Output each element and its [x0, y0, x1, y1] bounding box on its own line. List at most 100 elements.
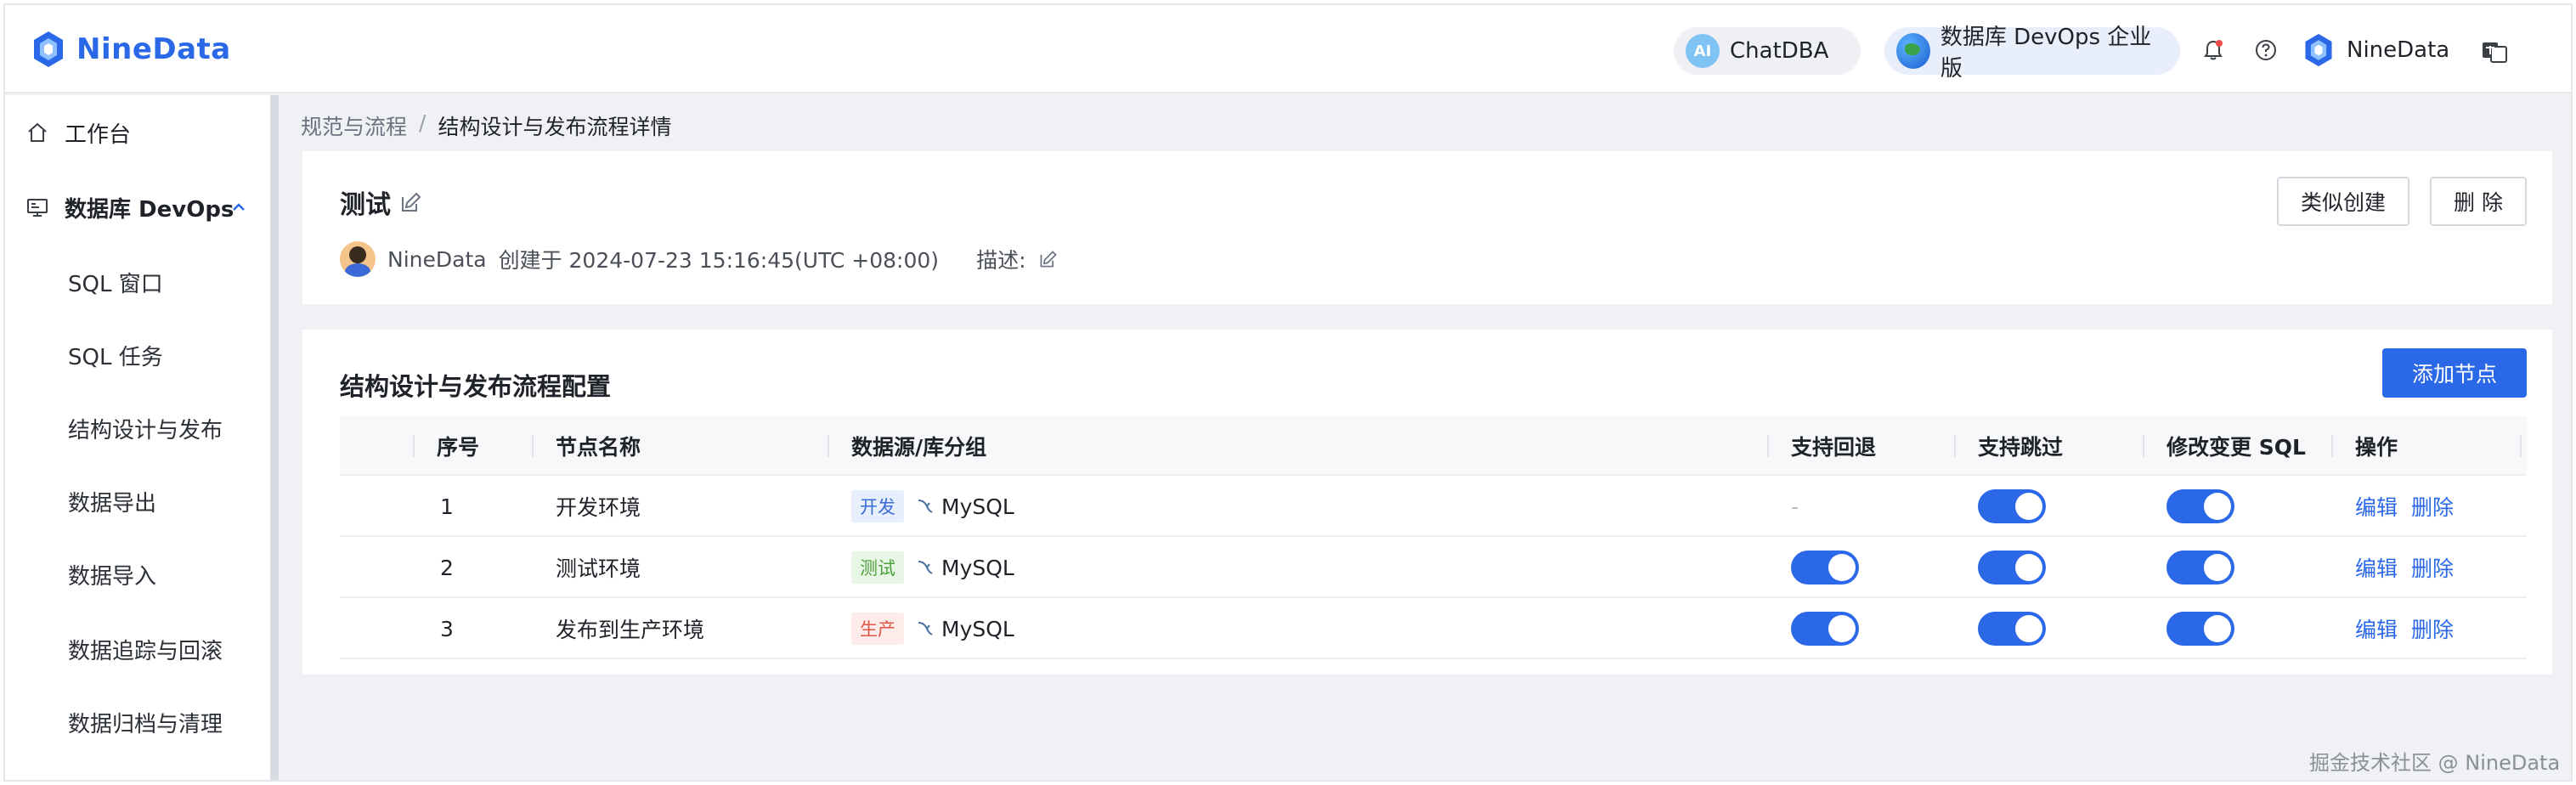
column-header-index: 序号 — [437, 435, 480, 460]
cell-actions: 编辑 删除 — [2355, 476, 2467, 537]
rollback-toggle[interactable] — [1791, 612, 1859, 646]
cell-modify-sql — [2166, 476, 2234, 537]
sidebar-item-label: 结构设计与发布 — [68, 417, 223, 443]
sidebar-item-data-tracking[interactable]: 数据追踪与回滚 — [5, 624, 270, 675]
cell-skip — [1978, 537, 2046, 598]
sidebar-scrollbar[interactable] — [270, 95, 279, 780]
delete-node-link[interactable]: 删除 — [2411, 491, 2454, 522]
column-divider — [1767, 435, 1769, 457]
sidebar-item-workbench[interactable]: 工作台 — [5, 107, 270, 158]
sidebar-item-label: 数据归档与清理 — [68, 711, 223, 737]
cell-index: 1 — [440, 494, 454, 519]
flow-detail-card: 测试 NineData 创建于 2024-07-23 15:16:45(UTC … — [302, 151, 2552, 304]
cell-rollback — [1791, 598, 1859, 659]
add-node-button[interactable]: 添加节点 — [2382, 348, 2527, 398]
env-tag: 测试 — [851, 551, 904, 584]
modify-sql-toggle[interactable] — [2166, 551, 2234, 585]
rollback-toggle[interactable] — [1791, 551, 1859, 585]
cell-skip — [1978, 476, 2046, 537]
sidebar-item-data-import[interactable]: 数据导入 — [5, 549, 270, 600]
breadcrumb-parent-link[interactable]: 规范与流程 — [301, 110, 407, 141]
mysql-icon — [918, 622, 933, 635]
cell-node-name: 开发环境 — [556, 495, 641, 520]
cell-actions: 编辑 删除 — [2355, 537, 2467, 598]
column-header-node-name: 节点名称 — [556, 435, 641, 460]
sidebar-item-label: 数据导入 — [68, 563, 157, 590]
edit-description-icon[interactable] — [1038, 249, 1059, 269]
user-name[interactable]: NineData — [2347, 37, 2449, 63]
delete-node-link[interactable]: 删除 — [2411, 552, 2454, 583]
sidebar-group-devops[interactable]: 数据库 DevOps — [5, 182, 270, 233]
datasource-name[interactable]: MySQL — [941, 494, 1014, 519]
column-header-actions: 操作 — [2355, 435, 2398, 460]
datasource-name[interactable]: MySQL — [941, 556, 1014, 580]
monitor-icon — [27, 199, 48, 217]
cell-rollback — [1791, 537, 1859, 598]
sidebar-item-sql-window[interactable]: SQL 窗口 — [5, 257, 270, 308]
flow-title: 测试 — [340, 190, 391, 220]
table-header: 序号 节点名称 数据源/库分组 支持回退 支持跳过 修改变更 SQL 操作 — [340, 416, 2527, 476]
column-header-modify-sql: 修改变更 SQL — [2166, 435, 2306, 460]
ninedata-logo-icon — [34, 31, 63, 67]
mysql-icon — [918, 500, 933, 513]
table-row: 2 测试环境 测试 MySQL 编辑 删除 — [340, 537, 2527, 598]
create-similar-button[interactable]: 类似创建 — [2277, 177, 2409, 226]
language-icon[interactable] — [2481, 39, 2508, 65]
cell-datasource: 开发 MySQL — [851, 476, 1014, 537]
chatdba-button[interactable]: AI ChatDBA — [1674, 27, 1861, 75]
skip-toggle[interactable] — [1978, 612, 2046, 646]
table-row: 1 开发环境 开发 MySQL - 编辑 删除 — [340, 476, 2527, 537]
creator-avatar — [340, 241, 376, 277]
delete-flow-button[interactable]: 删 除 — [2430, 177, 2527, 226]
column-divider — [828, 435, 829, 457]
cell-node-name: 发布到生产环境 — [556, 618, 705, 642]
edit-node-link[interactable]: 编辑 — [2355, 491, 2398, 522]
sidebar-item-label: 数据导出 — [68, 490, 157, 517]
delete-node-link[interactable]: 删除 — [2411, 613, 2454, 644]
breadcrumb-current: 结构设计与发布流程详情 — [438, 115, 672, 139]
chatdba-label: ChatDBA — [1730, 38, 1829, 64]
breadcrumb-separator: / — [419, 110, 427, 135]
top-header: NineData AI ChatDBA 数据库 DevOps 企业版 NineD… — [5, 5, 2571, 93]
app-logo[interactable]: NineData — [29, 27, 231, 71]
env-tag: 开发 — [851, 490, 904, 522]
bell-icon[interactable] — [2200, 37, 2226, 63]
breadcrumb: 规范与流程 / 结构设计与发布流程详情 — [301, 110, 671, 141]
table-row: 3 发布到生产环境 生产 MySQL 编辑 删除 — [340, 598, 2527, 659]
devops-edition-button[interactable]: 数据库 DevOps 企业版 — [1884, 25, 2180, 82]
flow-meta-row: NineData 创建于 2024-07-23 15:16:45(UTC +08… — [340, 241, 1059, 277]
sidebar-item-data-archive[interactable]: 数据归档与清理 — [5, 697, 270, 748]
sidebar-item-label: SQL 窗口 — [68, 271, 163, 297]
cell-index: 3 — [440, 616, 454, 641]
edit-node-link[interactable]: 编辑 — [2355, 613, 2398, 644]
description-label: 描述: — [976, 248, 1026, 273]
edit-title-icon[interactable] — [399, 190, 423, 214]
modify-sql-toggle[interactable] — [2166, 612, 2234, 646]
sidebar-item-label: 数据库 DevOps — [65, 196, 234, 223]
home-icon — [28, 122, 47, 142]
cell-index: 2 — [440, 555, 454, 580]
sidebar-item-data-export[interactable]: 数据导出 — [5, 476, 270, 527]
cell-skip — [1978, 598, 2046, 659]
cell-modify-sql — [2166, 598, 2234, 659]
config-title: 结构设计与发布流程配置 — [340, 372, 612, 401]
skip-toggle[interactable] — [1978, 551, 2046, 585]
cell-datasource: 生产 MySQL — [851, 598, 1014, 659]
sidebar-item-schema-design[interactable]: 结构设计与发布 — [5, 403, 270, 454]
sidebar-item-label: 数据追踪与回滚 — [68, 638, 223, 664]
user-avatar-icon[interactable] — [2301, 32, 2336, 68]
modify-sql-toggle[interactable] — [2166, 489, 2234, 523]
sidebar: 工作台 数据库 DevOps SQL 窗口 SQL 任务 结构设计与发布 数据导… — [5, 95, 270, 780]
help-icon[interactable] — [2253, 37, 2279, 63]
column-divider — [413, 435, 415, 457]
sidebar-item-sql-task[interactable]: SQL 任务 — [5, 330, 270, 381]
mysql-icon — [918, 561, 933, 574]
cell-datasource: 测试 MySQL — [851, 537, 1014, 598]
skip-toggle[interactable] — [1978, 489, 2046, 523]
datasource-name[interactable]: MySQL — [941, 617, 1014, 641]
edit-node-link[interactable]: 编辑 — [2355, 552, 2398, 583]
flow-title-row: 测试 — [340, 184, 423, 221]
column-header-skip: 支持跳过 — [1978, 435, 2064, 460]
column-divider — [2143, 435, 2144, 457]
app-window: NineData AI ChatDBA 数据库 DevOps 企业版 NineD… — [3, 3, 2573, 782]
